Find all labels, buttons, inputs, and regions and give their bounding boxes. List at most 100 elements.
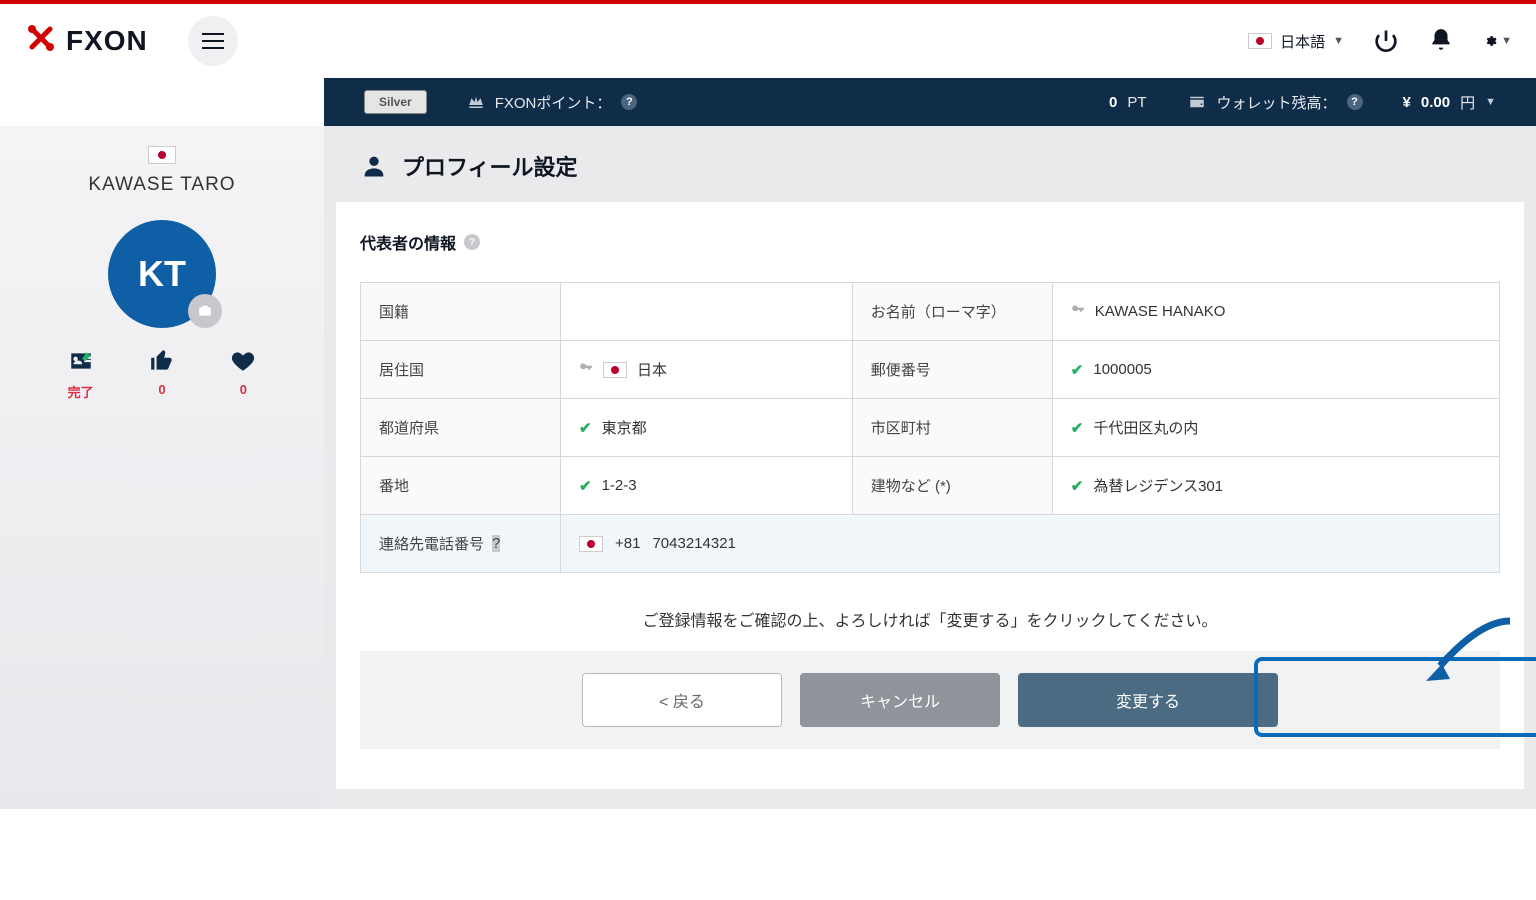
profile-card: 代表者の情報 ? 国籍 お名前（ローマ字） KAWASE HANAKO bbox=[336, 202, 1524, 789]
field-label: 建物など (*) bbox=[852, 457, 1052, 515]
logo-text: FXON bbox=[66, 25, 148, 57]
flag-jp-icon bbox=[148, 146, 176, 164]
help-icon[interactable]: ? bbox=[492, 535, 500, 552]
wallet-symbol: ¥ bbox=[1403, 94, 1411, 111]
table-row: 居住国 日本 郵便番号 ✔ bbox=[361, 341, 1500, 399]
help-icon[interactable]: ? bbox=[621, 94, 637, 110]
stat-label: 完了 bbox=[68, 382, 94, 401]
field-value-cell[interactable]: +81 7043214321 bbox=[561, 515, 1500, 573]
sidebar: KAWASE TARO KT 完了 0 0 bbox=[0, 126, 324, 809]
field-value-cell: ✔ 東京都 bbox=[561, 399, 853, 457]
logo[interactable]: FXON bbox=[24, 21, 148, 61]
field-value-cell: ✔ 千代田区丸の内 bbox=[1052, 399, 1499, 457]
crown-icon bbox=[467, 93, 485, 111]
field-label: 郵便番号 bbox=[852, 341, 1052, 399]
wallet-value: 0.00 bbox=[1421, 94, 1450, 111]
stat-value: 0 bbox=[240, 382, 247, 397]
language-label: 日本語 bbox=[1280, 31, 1325, 52]
field-label: 連絡先電話番号 ? bbox=[361, 515, 561, 573]
table-row: 国籍 お名前（ローマ字） KAWASE HANAKO bbox=[361, 283, 1500, 341]
main-content: プロフィール設定 代表者の情報 ? 国籍 お名前（ローマ字） bbox=[324, 126, 1536, 809]
back-button[interactable]: < 戻る bbox=[582, 673, 782, 727]
points-value: 0 bbox=[1109, 94, 1117, 111]
wallet-display: ウォレット残高： ? bbox=[1187, 92, 1363, 113]
table-row-phone: 連絡先電話番号 ? +81 7043214321 bbox=[361, 515, 1500, 573]
header: FXON 日本語 ▼ ▼ bbox=[0, 4, 1536, 78]
phone-prefix: +81 bbox=[615, 535, 640, 552]
flag-jp-icon bbox=[579, 536, 603, 552]
check-icon: ✔ bbox=[579, 419, 592, 437]
instruction-text: ご登録情報をご確認の上、よろしければ「変更する」をクリックしてください。 bbox=[360, 607, 1500, 631]
tier-badge: Silver bbox=[364, 90, 427, 114]
table-row: 番地 ✔ 1-2-3 建物など (*) ✔ 為替レジデンス301 bbox=[361, 457, 1500, 515]
check-icon: ✔ bbox=[1071, 419, 1084, 437]
field-value-cell: 日本 bbox=[561, 341, 853, 399]
check-icon: ✔ bbox=[579, 477, 592, 495]
field-value-cell: ✔ 1-2-3 bbox=[561, 457, 853, 515]
user-country-flag bbox=[0, 146, 324, 164]
field-label: 国籍 bbox=[361, 283, 561, 341]
bell-icon[interactable] bbox=[1428, 27, 1456, 55]
power-icon[interactable] bbox=[1372, 27, 1400, 55]
check-icon: ✔ bbox=[1071, 361, 1084, 379]
field-value-cell: ✔ 為替レジデンス301 bbox=[1052, 457, 1499, 515]
section-label: 代表者の情報 ? bbox=[360, 230, 1500, 254]
field-label: 居住国 bbox=[361, 341, 561, 399]
table-row: 都道府県 ✔ 東京都 市区町村 ✔ 千代田区丸の内 bbox=[361, 399, 1500, 457]
field-label: 市区町村 bbox=[852, 399, 1052, 457]
avatar[interactable]: KT bbox=[108, 220, 216, 328]
field-value: 為替レジデンス301 bbox=[1093, 475, 1223, 496]
language-selector[interactable]: 日本語 ▼ bbox=[1248, 31, 1344, 52]
cancel-button[interactable]: キャンセル bbox=[800, 673, 1000, 727]
page-title: プロフィール設定 bbox=[402, 150, 578, 182]
check-icon: ✔ bbox=[1071, 477, 1084, 495]
person-icon bbox=[360, 152, 388, 180]
heart-icon bbox=[230, 348, 256, 374]
button-row: < 戻る キャンセル 変更する bbox=[360, 651, 1500, 749]
key-icon bbox=[579, 361, 593, 378]
stat-verification[interactable]: 完了 bbox=[68, 348, 94, 401]
field-value: 日本 bbox=[637, 359, 667, 380]
wallet-icon bbox=[1187, 93, 1207, 111]
wallet-label: ウォレット残高： bbox=[1217, 92, 1337, 113]
camera-icon[interactable] bbox=[188, 294, 222, 328]
field-value-cell: KAWASE HANAKO bbox=[1052, 283, 1499, 341]
field-value: KAWASE HANAKO bbox=[1095, 303, 1226, 320]
stat-likes[interactable]: 0 bbox=[149, 348, 175, 401]
chevron-down-icon: ▼ bbox=[1501, 35, 1512, 47]
profile-table: 国籍 お名前（ローマ字） KAWASE HANAKO 居住国 bbox=[360, 282, 1500, 573]
points-label: FXONポイント： bbox=[495, 92, 612, 113]
field-value-cell bbox=[561, 283, 853, 341]
field-value: 東京都 bbox=[602, 417, 647, 438]
field-label: 番地 bbox=[361, 457, 561, 515]
points-unit: PT bbox=[1127, 94, 1146, 111]
phone-number: 7043214321 bbox=[652, 535, 735, 552]
wallet-value-display[interactable]: ¥ 0.00 円 ▼ bbox=[1403, 92, 1496, 113]
thumbs-up-icon bbox=[149, 348, 175, 374]
logo-mark-icon bbox=[24, 21, 58, 61]
hamburger-icon bbox=[202, 33, 224, 49]
chevron-down-icon: ▼ bbox=[1485, 96, 1496, 108]
flag-jp-icon bbox=[603, 362, 627, 378]
tutorial-highlight bbox=[1254, 657, 1536, 737]
help-icon[interactable]: ? bbox=[1347, 94, 1363, 110]
gear-icon[interactable]: ▼ bbox=[1484, 27, 1512, 55]
field-value-cell: ✔ 1000005 bbox=[1052, 341, 1499, 399]
menu-toggle-button[interactable] bbox=[188, 16, 238, 66]
points-display: FXONポイント： ? bbox=[467, 92, 638, 113]
key-icon bbox=[1071, 303, 1085, 320]
flag-jp-icon bbox=[1248, 33, 1272, 49]
wallet-currency: 円 bbox=[1460, 92, 1475, 113]
stat-value: 0 bbox=[158, 382, 165, 397]
field-value: 1-2-3 bbox=[602, 477, 637, 494]
help-icon[interactable]: ? bbox=[464, 234, 480, 250]
avatar-initials: KT bbox=[138, 253, 186, 295]
field-value: 千代田区丸の内 bbox=[1093, 417, 1198, 438]
stat-favorites[interactable]: 0 bbox=[230, 348, 256, 401]
field-label: お名前（ローマ字） bbox=[852, 283, 1052, 341]
id-card-icon bbox=[68, 348, 94, 374]
page-title-bar: プロフィール設定 bbox=[324, 126, 1536, 202]
submit-button[interactable]: 変更する bbox=[1018, 673, 1278, 727]
user-name: KAWASE TARO bbox=[0, 174, 324, 196]
chevron-down-icon: ▼ bbox=[1333, 35, 1344, 47]
